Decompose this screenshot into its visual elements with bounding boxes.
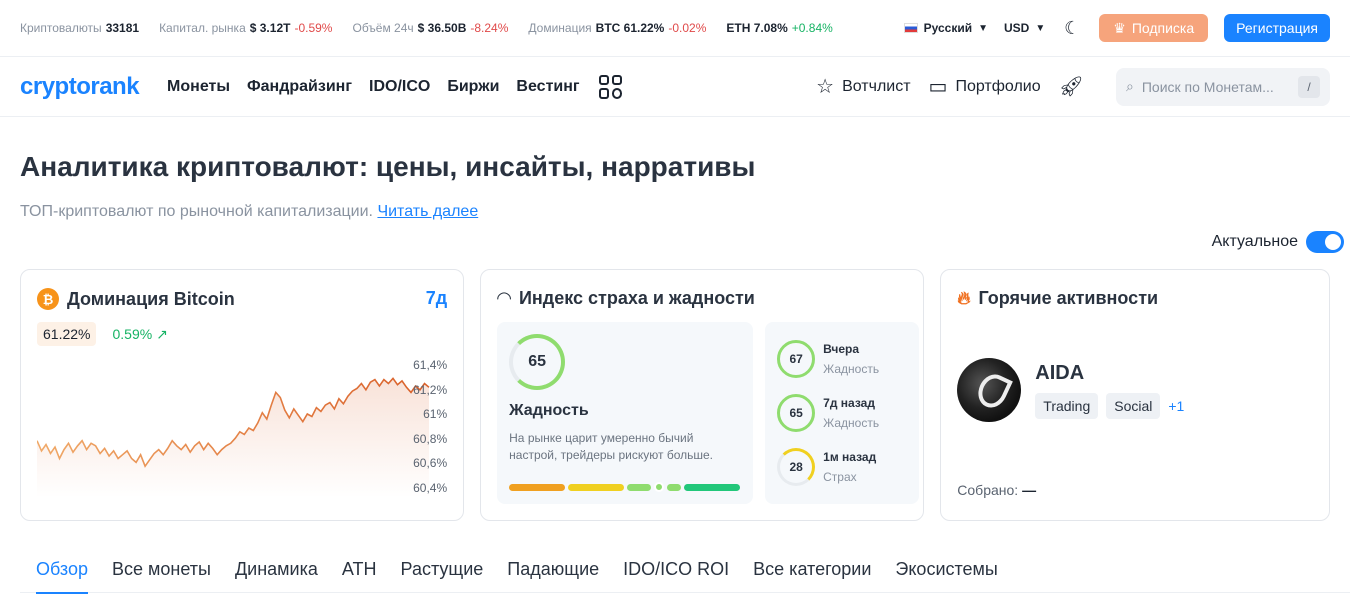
subscribe-button[interactable]: ♛ Подписка: [1099, 14, 1209, 42]
portfolio-link[interactable]: ▭ Портфолио: [929, 77, 1041, 97]
rocket-icon[interactable]: 🚀︎: [1059, 77, 1084, 97]
fear-greed-gauge: 65: [509, 334, 566, 390]
nav-exchanges[interactable]: Биржи: [447, 78, 499, 96]
star-icon: ☆: [816, 75, 835, 98]
actual-toggle[interactable]: Актуальное: [1212, 231, 1344, 253]
fear-greed-description: На рынке царит умеренно бычий настрой, т…: [509, 431, 714, 462]
search-shortcut: /: [1298, 75, 1320, 98]
register-button[interactable]: Регистрация: [1224, 14, 1330, 42]
speedometer-icon: ◠: [497, 288, 511, 308]
y-tick-label: 60,4%: [413, 481, 448, 495]
y-tick-label: 60,6%: [413, 456, 448, 470]
history-item: 28 1м назад Страх: [777, 440, 907, 494]
history-item: 67 Вчера Жадность: [777, 332, 907, 386]
wallet-icon: ▭: [928, 75, 948, 98]
more-tags[interactable]: +1: [1168, 398, 1184, 414]
logo[interactable]: cryptorank: [20, 73, 140, 101]
history-item: 65 7д назад Жадность: [777, 386, 907, 440]
read-more-link[interactable]: Читать далее: [377, 203, 478, 220]
currency-selector[interactable]: USD ▼: [1004, 21, 1045, 35]
toggle-switch[interactable]: [1306, 231, 1344, 253]
dominance-change: 0.59% ↗: [112, 325, 168, 342]
tag-social: Social: [1106, 392, 1161, 419]
stat-eth[interactable]: ETH 7.08% +0.84%: [726, 21, 832, 35]
collected-amount: Собрано: —: [957, 482, 1037, 498]
bitcoin-icon: ₿: [37, 288, 59, 310]
theme-toggle-moon-icon[interactable]: ☾: [1061, 17, 1083, 39]
hero: Аналитика криптовалют: цены, инсайты, на…: [0, 151, 1350, 253]
tab-ecosystems[interactable]: Экосистемы: [895, 559, 997, 593]
y-tick-label: 61,2%: [413, 383, 448, 397]
nav-ido-ico[interactable]: IDO/ICO: [369, 78, 430, 96]
tab-dynamics[interactable]: Динамика: [235, 559, 318, 593]
scale-segment: [509, 483, 566, 491]
stat-market-cap[interactable]: Капитал. рынка $ 3.12T -0.59%: [159, 21, 332, 35]
dominance-value: 61.22%: [37, 322, 97, 346]
dominance-chart: [37, 377, 430, 498]
scale-segment: [667, 483, 682, 491]
stat-coins[interactable]: Криптовалюты 33181: [20, 21, 139, 35]
range-selector[interactable]: 7д: [426, 288, 447, 309]
stat-dominance[interactable]: Доминация BTC 61.22% -0.02%: [528, 21, 706, 35]
btc-dominance-card: ₿ Доминация Bitcoin 7д 61.22% 0.59% ↗ 61,…: [20, 269, 465, 521]
top-stats-bar: Криптовалюты 33181 Капитал. рынка $ 3.12T -…: [0, 0, 1350, 57]
watchlist-link[interactable]: ☆ Вотчлист: [816, 77, 910, 97]
project-name: AIDA: [1035, 361, 1085, 384]
fear-greed-scale: [509, 482, 741, 492]
page-title: Аналитика криптовалют: цены, инсайты, на…: [20, 151, 756, 182]
hot-activities-card: 🔥︎ Горячие активности AIDA Trading Social…: [940, 269, 1330, 521]
y-tick-label: 61,4%: [413, 358, 448, 372]
y-tick-label: 61%: [423, 407, 448, 421]
fire-icon: 🔥︎: [957, 288, 971, 308]
scale-marker: [654, 482, 665, 492]
main-nav: cryptorank Монеты Фандрайзинг IDO/ICO Би…: [0, 57, 1350, 117]
chevron-down-icon: ▼: [1035, 22, 1046, 34]
stat-volume[interactable]: Объём 24ч $ 36.50B -8.24%: [352, 21, 508, 35]
fear-greed-label: Жадность: [509, 402, 589, 419]
overview-tabs: Обзор Все монеты Динамика ATH Растущие П…: [20, 559, 1350, 594]
tag-trading: Trading: [1035, 392, 1099, 419]
chart-area-fill: [37, 378, 429, 498]
search-input[interactable]: ⌕ Поиск по Монетам... /: [1116, 67, 1330, 106]
chevron-down-icon: ▼: [978, 22, 988, 34]
scale-segment: [627, 483, 652, 491]
scale-segment: [684, 483, 741, 491]
tab-losers[interactable]: Падающие: [507, 559, 599, 593]
tab-ido-ico-roi[interactable]: IDO/ICO ROI: [623, 559, 729, 593]
tab-ath[interactable]: ATH: [342, 559, 377, 593]
tab-all-categories[interactable]: Все категории: [753, 559, 871, 593]
scale-segment: [568, 483, 625, 491]
language-selector[interactable]: Русский ▼: [903, 21, 988, 35]
nav-vesting[interactable]: Вестинг: [516, 78, 579, 96]
crown-icon: ♛: [1113, 19, 1126, 36]
y-tick-label: 60,8%: [413, 432, 448, 446]
russia-flag-icon: [903, 23, 918, 33]
page-subtitle: ТОП-криптовалют по рыночной капитализаци…: [20, 203, 479, 220]
fear-greed-current: 65 Жадность На рынке царит умеренно бычи…: [497, 322, 754, 504]
apps-grid-icon[interactable]: [598, 74, 623, 99]
hot-activity-item[interactable]: AIDA Trading Social +1: [957, 358, 1184, 422]
arrow-up-right-icon: ↗: [156, 325, 168, 342]
fear-greed-history: 67 Вчера Жадность 65 7д назад Жадность 28 …: [765, 322, 920, 504]
nav-fundraising[interactable]: Фандрайзинг: [247, 78, 352, 96]
search-icon: ⌕: [1126, 78, 1134, 94]
tab-all-coins[interactable]: Все монеты: [112, 559, 211, 593]
fear-greed-card: ◠ Индекс страха и жадности 65 Жадность На…: [480, 269, 925, 521]
project-avatar: [957, 358, 1022, 422]
tab-gainers[interactable]: Растущие: [401, 559, 484, 593]
nav-coins[interactable]: Монеты: [167, 78, 230, 96]
tab-overview[interactable]: Обзор: [36, 559, 88, 594]
